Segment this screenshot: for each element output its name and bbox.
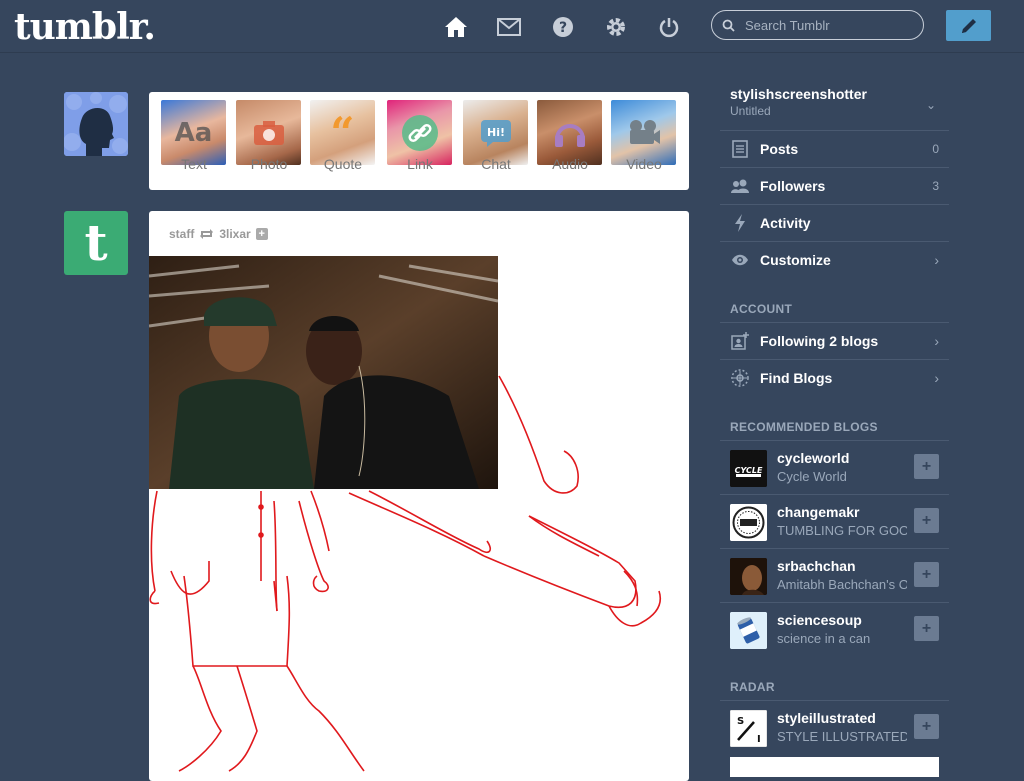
post-type-label: Photo	[250, 156, 288, 172]
blog-description: STYLE ILLUSTRATED	[777, 729, 907, 744]
recommended-heading: RECOMMENDED BLOGS	[730, 420, 878, 434]
recommended-blog[interactable]: CYCLE cycleworld Cycle World +	[720, 440, 949, 494]
sidebar-item-label: Customize	[760, 252, 831, 268]
follow-button[interactable]: +	[914, 714, 939, 739]
blog-subtitle: Untitled	[730, 104, 771, 118]
post-type-label: Audio	[552, 156, 588, 172]
sidebar-item-label: Posts	[760, 141, 799, 157]
followers-icon	[720, 178, 760, 194]
post-type-bar: Aa Text Photo “ Quote Link Hi! Chat Audi…	[149, 92, 689, 190]
compass-icon	[720, 369, 760, 387]
blog-header[interactable]: stylishscreenshotter Untitled	[730, 86, 867, 118]
sidebar-item-label: Followers	[760, 178, 826, 194]
sidebar-item-following[interactable]: Following 2 blogs ›	[720, 322, 949, 359]
top-navbar: tumblr. ?	[0, 0, 1024, 53]
search-input[interactable]	[743, 16, 907, 34]
gear-icon[interactable]	[603, 14, 629, 40]
post-photo[interactable]	[149, 256, 498, 489]
blog-name: sciencesoup	[777, 612, 862, 628]
blog-avatar	[730, 558, 767, 595]
blog-avatar: SI	[730, 710, 767, 747]
chevron-right-icon: ›	[934, 252, 939, 268]
tumblr-t-logo: t	[84, 213, 108, 272]
svg-text:CYCLE: CYCLE	[735, 466, 763, 475]
sidebar-item-label: Activity	[760, 215, 811, 231]
post-type-label: Chat	[481, 156, 511, 172]
svg-text:?: ?	[559, 20, 567, 36]
post-type-label: Quote	[323, 156, 363, 172]
eye-icon	[720, 254, 760, 266]
svg-text:Hi!: Hi!	[487, 126, 505, 139]
dashboard-post: staff 3lixar +	[149, 211, 689, 781]
radar-heading: RADAR	[730, 680, 775, 694]
sidebar-item-label: Following 2 blogs	[760, 333, 879, 349]
follow-button[interactable]: +	[914, 616, 939, 641]
post-type-label: Text	[181, 156, 207, 172]
svg-text:I: I	[757, 734, 761, 745]
sidebar-item-activity[interactable]: Activity	[720, 204, 949, 241]
sidebar-item-posts[interactable]: Posts 0	[720, 130, 949, 167]
compose-button[interactable]	[946, 10, 991, 41]
blog-avatar	[730, 504, 767, 541]
pencil-icon	[961, 18, 976, 33]
mail-icon[interactable]	[496, 14, 522, 40]
power-icon[interactable]	[656, 14, 682, 40]
recommended-blog[interactable]: srbachchan Amitabh Bachchan's Official B…	[720, 548, 949, 602]
radar-blog[interactable]: SI styleillustrated STYLE ILLUSTRATED +	[720, 700, 949, 754]
chevron-down-icon[interactable]: ⌄	[926, 98, 936, 112]
follow-button[interactable]: +	[914, 562, 939, 587]
sidebar-item-label: Find Blogs	[760, 370, 833, 386]
posts-icon	[720, 140, 760, 158]
following-icon	[720, 332, 760, 350]
recommended-blog[interactable]: changemakr TUMBLING FOR GOOD +	[720, 494, 949, 548]
blog-name: changemakr	[777, 504, 860, 520]
account-heading: ACCOUNT	[730, 302, 793, 316]
svg-text:S: S	[737, 716, 744, 727]
sidebar-item-customize[interactable]: Customize ›	[720, 241, 949, 278]
sidebar-item-followers[interactable]: Followers 3	[720, 167, 949, 204]
blog-description: Amitabh Bachchan's Official Blog	[777, 577, 907, 592]
radar-post-preview[interactable]	[730, 757, 939, 777]
user-avatar[interactable]	[64, 92, 128, 156]
blog-description: science in a can	[777, 631, 871, 646]
blog-description: TUMBLING FOR GOOD	[777, 523, 907, 538]
blog-name: styleillustrated	[777, 710, 876, 726]
post-author-avatar[interactable]: t	[64, 211, 128, 275]
home-icon[interactable]	[443, 14, 469, 40]
followers-count: 3	[932, 179, 939, 193]
blog-avatar	[730, 612, 767, 649]
lightning-icon	[720, 214, 760, 232]
blog-avatar: CYCLE	[730, 450, 767, 487]
posts-count: 0	[932, 142, 939, 156]
chevron-right-icon: ›	[934, 333, 939, 349]
sidebar-item-find-blogs[interactable]: Find Blogs ›	[720, 359, 949, 396]
tumblr-logo[interactable]: tumblr.	[14, 6, 156, 48]
search-icon	[722, 19, 735, 32]
blog-name: stylishscreenshotter	[730, 86, 867, 102]
recommended-blog[interactable]: sciencesoup science in a can +	[720, 602, 949, 656]
post-type-label: Link	[407, 156, 433, 172]
help-icon[interactable]: ?	[550, 14, 576, 40]
follow-button[interactable]: +	[914, 508, 939, 533]
search-bar[interactable]	[711, 10, 924, 40]
chevron-right-icon: ›	[934, 370, 939, 386]
blog-description: Cycle World	[777, 469, 847, 484]
post-type-label: Video	[626, 156, 662, 172]
follow-button[interactable]: +	[914, 454, 939, 479]
blog-name: cycleworld	[777, 450, 850, 466]
blog-name: srbachchan	[777, 558, 856, 574]
